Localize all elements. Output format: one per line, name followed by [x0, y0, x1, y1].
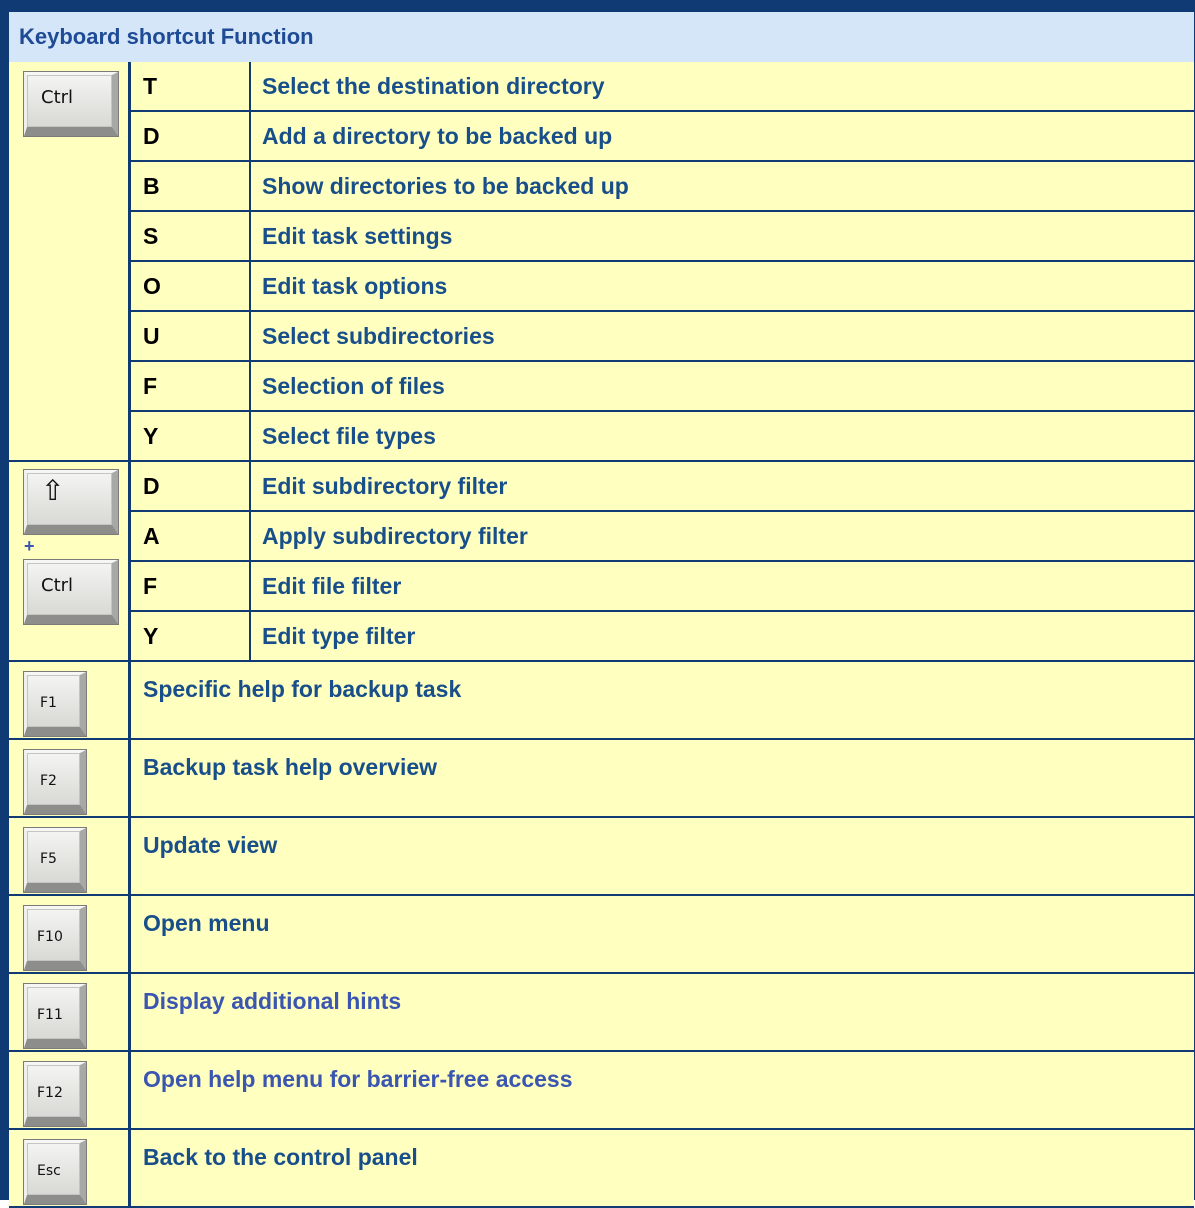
esc-key-icon: Esc [24, 1140, 86, 1204]
shortcut-function: Select subdirectories [251, 312, 1194, 362]
shift-arrow-glyph: ⇧ [41, 474, 65, 507]
table-row: F10 Open menu [9, 896, 1194, 974]
table-row: F11 Display additional hints [9, 974, 1194, 1052]
header-function: Function [220, 24, 314, 49]
table-row: F1 Specific help for backup task [9, 662, 1194, 740]
table-row: F5 Update view [9, 818, 1194, 896]
table-header: Keyboard shortcut Function [9, 12, 1194, 62]
f10-key-cell: F10 [9, 896, 131, 974]
f12-key-label: F12 [37, 1085, 63, 1101]
shortcut-function: Open menu [131, 896, 1194, 974]
shortcut-letter: Y [131, 612, 251, 662]
esc-key-cell: Esc [9, 1130, 131, 1208]
ctrl-key-label: Ctrl [41, 575, 74, 596]
plus-sign: + [24, 536, 35, 556]
f12-key-icon: F12 [24, 1062, 86, 1126]
f1-key-label: F1 [40, 695, 57, 711]
table-row: Ctrl T Select the destination directory [9, 62, 1194, 462]
table-row: F12 Open help menu for barrier-free acce… [9, 1052, 1194, 1130]
table-row: F2 Backup task help overview [9, 740, 1194, 818]
shortcut-function: Specific help for backup task [131, 662, 1194, 740]
shortcut-function: Selection of files [251, 362, 1194, 412]
shift-key-icon: ⇧ [24, 470, 118, 534]
ctrl-key-cell: Ctrl [9, 62, 131, 462]
f11-key-icon: F11 [24, 984, 86, 1048]
shortcut-letter: Y [131, 412, 251, 462]
shortcut-letter: B [131, 162, 251, 212]
shortcut-function: Edit task options [251, 262, 1194, 312]
ctrl-key-label: Ctrl [41, 87, 74, 108]
shortcut-letter: A [131, 512, 251, 562]
f12-key-cell: F12 [9, 1052, 131, 1130]
f11-key-label: F11 [37, 1007, 63, 1023]
shortcut-function: Open help menu for barrier-free access [131, 1052, 1194, 1130]
f1-key-icon: F1 [24, 672, 86, 736]
shortcut-function: Select the destination directory [251, 62, 1194, 112]
f10-key-icon: F10 [24, 906, 86, 970]
f5-key-cell: F5 [9, 818, 131, 896]
table-header-row: Keyboard shortcut Function [9, 12, 1194, 62]
f2-key-cell: F2 [9, 740, 131, 818]
f10-key-label: F10 [37, 929, 63, 945]
table-row: B Show directories to be backed up [9, 162, 1194, 212]
shortcut-function: Edit file filter [251, 562, 1194, 612]
table-row: Y Edit type filter [9, 612, 1194, 662]
table-row: U Select subdirectories [9, 312, 1194, 362]
table-row: O Edit task options [9, 262, 1194, 312]
shortcut-letter: O [131, 262, 251, 312]
table-row: ⇧ + Ctrl D Edit subdirectory filter [9, 462, 1194, 662]
f5-key-icon: F5 [24, 828, 86, 892]
table-row: S Edit task settings [9, 212, 1194, 262]
shortcut-letter: F [131, 362, 251, 412]
shortcut-letter: T [131, 62, 251, 112]
shortcut-function: Backup task help overview [131, 740, 1194, 818]
f11-key-cell: F11 [9, 974, 131, 1052]
shortcut-letter: U [131, 312, 251, 362]
table-row: F Selection of files [9, 362, 1194, 412]
shortcut-letter: S [131, 212, 251, 262]
table-row: Esc Back to the control panel [9, 1130, 1194, 1208]
table-row: Y Select file types [9, 412, 1194, 462]
f1-key-cell: F1 [9, 662, 131, 740]
f2-key-label: F2 [40, 773, 57, 789]
shortcut-function: Display additional hints [131, 974, 1194, 1052]
shortcut-letter: D [131, 462, 251, 512]
shortcut-function: Update view [131, 818, 1194, 896]
table-row: F Edit file filter [9, 562, 1194, 612]
shift-ctrl-key-cell: ⇧ + Ctrl [9, 462, 131, 662]
f2-key-icon: F2 [24, 750, 86, 814]
shortcut-function: Show directories to be backed up [251, 162, 1194, 212]
shortcut-function: Select file types [251, 412, 1194, 462]
esc-key-label: Esc [37, 1163, 61, 1179]
f5-key-label: F5 [40, 851, 57, 867]
shortcut-function: Apply subdirectory filter [251, 512, 1194, 562]
shortcut-table: Keyboard shortcut Function Ctrl T Select… [9, 12, 1194, 1208]
table-row: A Apply subdirectory filter [9, 512, 1194, 562]
header-shortcut: Keyboard shortcut [19, 24, 215, 49]
ctrl-key-icon: Ctrl [24, 560, 118, 624]
shortcut-function: Add a directory to be backed up [251, 112, 1194, 162]
shortcut-letter: D [131, 112, 251, 162]
shortcut-function: Edit task settings [251, 212, 1194, 262]
ctrl-key-icon: Ctrl [24, 72, 118, 136]
shortcut-function: Edit type filter [251, 612, 1194, 662]
shortcut-function: Edit subdirectory filter [251, 462, 1194, 512]
shortcut-letter: F [131, 562, 251, 612]
table-row: D Add a directory to be backed up [9, 112, 1194, 162]
shortcut-function: Back to the control panel [131, 1130, 1194, 1208]
